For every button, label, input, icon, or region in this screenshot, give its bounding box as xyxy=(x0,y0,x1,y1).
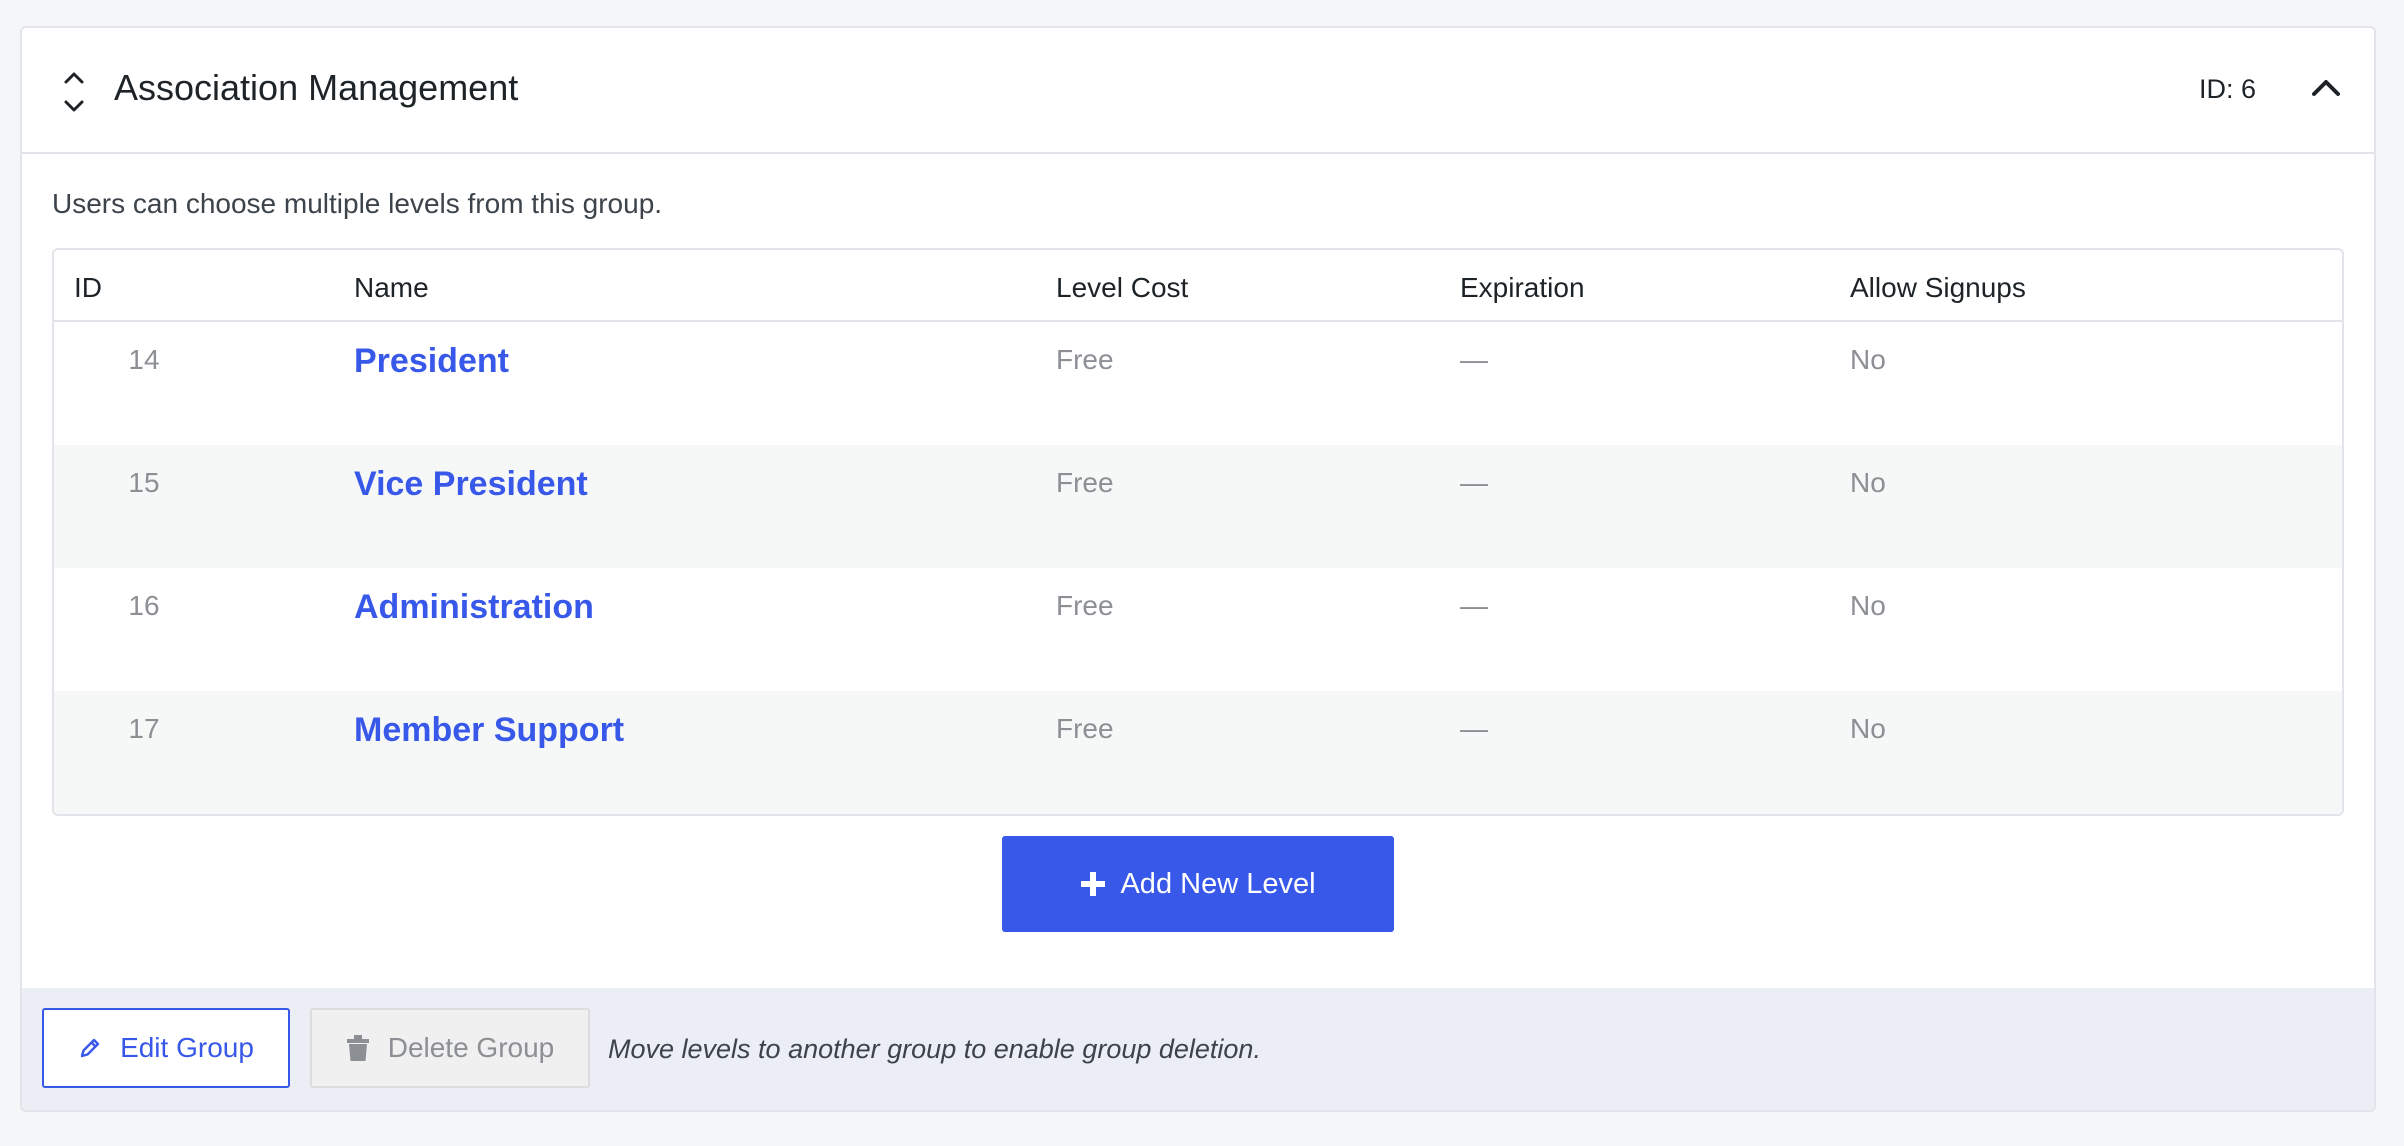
table-header-row: ID Name Level Cost Expiration Allow Sign… xyxy=(54,250,2342,322)
add-new-level-label: Add New Level xyxy=(1120,867,1316,900)
level-cost: Free xyxy=(1056,344,1114,375)
level-allow-signups: No xyxy=(1850,713,1886,744)
delete-disabled-note: Move levels to another group to enable g… xyxy=(608,1034,1261,1064)
level-name-link[interactable]: Vice President xyxy=(354,465,588,504)
delete-group-label: Delete Group xyxy=(387,1032,555,1063)
level-cost: Free xyxy=(1056,713,1114,744)
delete-group-button: Delete Group xyxy=(310,1008,590,1088)
group-description: Users can choose multiple levels from th… xyxy=(52,188,663,219)
level-expiration: — xyxy=(1460,590,1488,621)
level-cost: Free xyxy=(1056,590,1114,621)
levels-table: ID Name Level Cost Expiration Allow Sign… xyxy=(52,248,2344,816)
level-id: 16 xyxy=(128,590,160,621)
col-header-id: ID xyxy=(74,272,102,303)
level-group-panel: Association Management ID: 6 Users can c… xyxy=(20,26,2376,1112)
chevron-up-icon[interactable] xyxy=(56,62,92,92)
col-header-name: Name xyxy=(354,272,429,303)
plus-icon xyxy=(1081,872,1106,896)
trash-icon xyxy=(346,1035,369,1061)
table-row: 15 Vice President Free — No xyxy=(54,445,2342,568)
group-title: Association Management xyxy=(114,67,519,108)
group-footer: Edit Group Delete Group Move levels to a… xyxy=(22,988,2374,1110)
level-name-link[interactable]: Administration xyxy=(354,588,594,627)
chevron-down-icon[interactable] xyxy=(56,92,92,122)
table-row: 17 Member Support Free — No xyxy=(54,691,2342,814)
level-allow-signups: No xyxy=(1850,467,1886,498)
col-header-expiration: Expiration xyxy=(1460,272,1585,303)
level-name-link[interactable]: Member Support xyxy=(354,711,624,750)
level-id: 14 xyxy=(128,344,160,375)
collapse-chevron-up-icon[interactable] xyxy=(2306,68,2346,108)
group-header: Association Management ID: 6 xyxy=(22,28,2374,154)
level-expiration: — xyxy=(1460,467,1488,498)
level-expiration: — xyxy=(1460,344,1488,375)
table-row: 14 President Free — No xyxy=(54,322,2342,445)
col-header-level-cost: Level Cost xyxy=(1056,272,1189,303)
level-allow-signups: No xyxy=(1850,590,1886,621)
level-cost: Free xyxy=(1056,467,1114,498)
edit-group-button[interactable]: Edit Group xyxy=(42,1008,290,1088)
edit-group-label: Edit Group xyxy=(120,1032,254,1063)
level-id: 17 xyxy=(128,713,160,744)
level-allow-signups: No xyxy=(1850,344,1886,375)
table-row: 16 Administration Free — No xyxy=(54,568,2342,691)
level-expiration: — xyxy=(1460,713,1488,744)
group-id-label: ID: 6 xyxy=(2198,74,2256,104)
level-name-link[interactable]: President xyxy=(354,342,509,381)
level-id: 15 xyxy=(128,467,160,498)
add-new-level-button[interactable]: Add New Level xyxy=(1002,836,1394,932)
sort-handle[interactable] xyxy=(56,62,92,148)
col-header-allow-signups: Allow Signups xyxy=(1850,272,2026,303)
pencil-icon xyxy=(80,1038,100,1058)
